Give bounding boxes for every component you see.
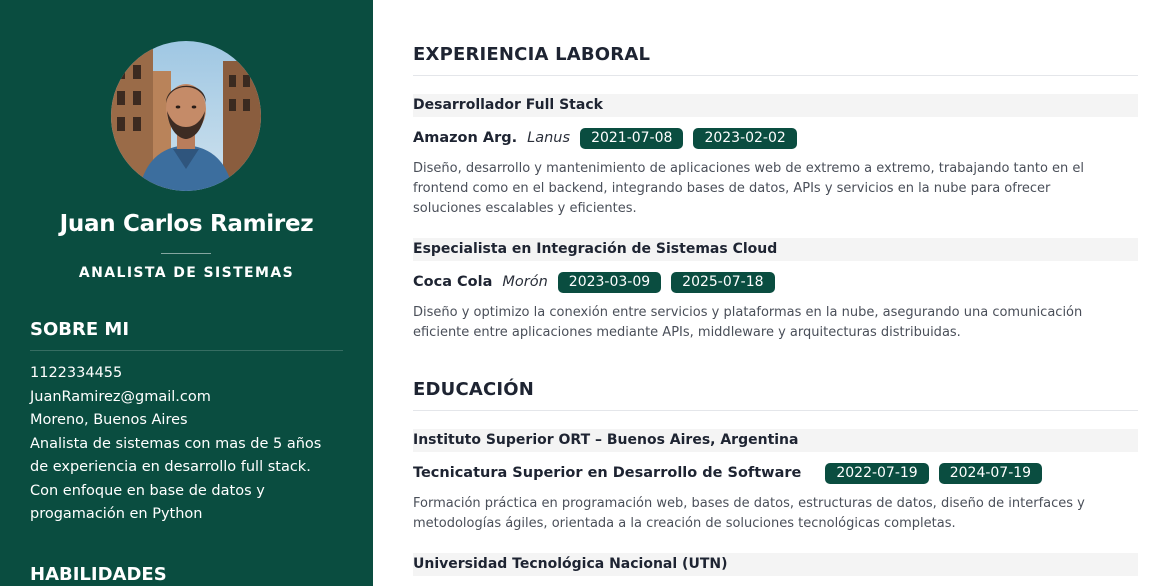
summary-line: Analista de sistemas con mas de 5 años [30,435,322,452]
degree-name: Tecnicatura Superior en Desarrollo de So… [413,465,802,481]
education-meta: Tecnicatura Superior en Desarrollo de So… [413,462,1052,484]
end-date-badge: 2023-02-02 [693,127,797,149]
profile-photo [111,41,261,191]
experience-section-divider [413,75,1138,76]
institution-name: Instituto Superior ORT – Buenos Aires, A… [413,429,1138,452]
summary-line: de experiencia en desarrollo full stack. [30,459,311,475]
end-date-badge: 2025-07-18 [671,271,775,293]
job-location: Morón [502,274,548,290]
description-line: Formación práctica en programación web, … [413,496,1085,511]
job-description: Diseño, desarrollo y mantenimiento de ap… [413,159,1138,219]
education-section-divider [413,410,1138,411]
skills-section-title: HABILIDADES [30,564,167,585]
description-line: Diseño y optimizo la conexión entre serv… [413,305,1083,320]
experience-section-title: EXPERIENCIA LABORAL [413,44,651,65]
start-date-badge: 2021-07-08 [580,127,684,149]
start-date-badge: 2022-07-19 [825,462,929,484]
company-name: Amazon Arg. [413,130,518,146]
description-line: metodologías ágiles, orientada a la crea… [413,516,956,531]
start-date-badge: 2023-03-09 [557,271,662,293]
phone-number: 1122334455 [30,365,123,381]
profile-role: ANALISTA DE SISTEMAS [78,265,295,281]
about-section-divider [30,350,343,351]
job-meta: Amazon Arg. Lanus 2021-07-08 2023-02-02 [413,127,807,149]
description-line: frontend como en el backend, integrando … [413,181,1051,196]
end-date-badge: 2024-07-19 [938,462,1043,484]
about-section: 1122334455 JuanRamirez@gmail.com Moreno,… [30,362,350,527]
profile-name: Juan Carlos Ramirez [59,211,314,237]
profile-photo-image [111,41,261,191]
main-content: EXPERIENCIA LABORAL Desarrollador Full S… [413,0,1138,586]
about-section-title: SOBRE MI [30,319,130,340]
email-address: JuanRamirez@gmail.com [30,388,211,405]
description-line: soluciones escalables y eficientes. [413,201,637,216]
job-location: Lanus [527,130,571,146]
description-line: eficiente entre aplicaciones mediante AP… [413,325,961,340]
summary-line: progamación en Python [30,506,203,522]
institution-name: Universidad Tecnológica Nacional (UTN) [413,553,1138,576]
summary-line: Con enfoque en base de datos y [30,482,265,499]
education-description: Formación práctica en programación web, … [413,494,1138,534]
company-name: Coca Cola [413,274,493,290]
job-title: Especialista en Integración de Sistemas … [413,238,1138,261]
job-meta: Coca Cola Morón 2023-03-09 2025-07-18 [413,271,785,293]
name-divider [161,253,211,254]
job-title: Desarrollador Full Stack [413,94,1138,117]
education-section-title: EDUCACIÓN [413,379,535,400]
home-location: Moreno, Buenos Aires [30,412,188,428]
sidebar: Juan Carlos Ramirez ANALISTA DE SISTEMAS… [0,0,373,586]
job-description: Diseño y optimizo la conexión entre serv… [413,303,1138,343]
description-line: Diseño, desarrollo y mantenimiento de ap… [413,161,1085,176]
